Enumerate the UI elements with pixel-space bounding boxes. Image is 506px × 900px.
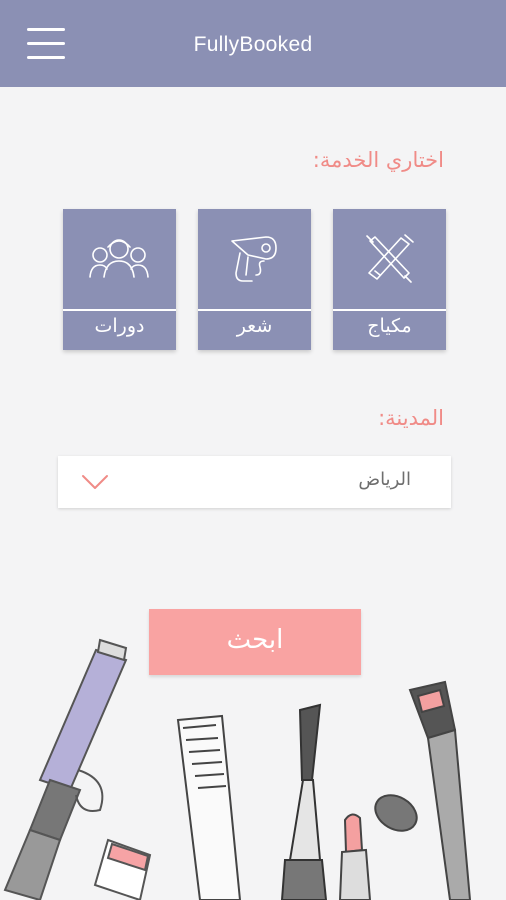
city-selected-value: الرياض (358, 469, 411, 490)
top-app-bar: FullyBooked (0, 0, 506, 87)
makeup-brush-icon (408, 680, 472, 900)
app-title: FullyBooked (193, 33, 313, 56)
city-dropdown[interactable]: الرياض (58, 456, 451, 508)
tile-label-courses: دورات (94, 315, 145, 337)
comb-icon (176, 714, 242, 900)
service-tile-courses[interactable]: دورات (63, 209, 176, 350)
mascara-icon (280, 703, 328, 900)
tile-label-hair: شعر (236, 315, 273, 337)
tile-divider (63, 309, 176, 311)
city-section-label: المدينة: (378, 406, 444, 430)
tile-divider (198, 309, 311, 311)
service-tile-hair[interactable]: شعر (198, 209, 311, 350)
makeup-brush-lipstick-icon (366, 234, 414, 283)
chevron-down-icon (82, 475, 108, 489)
tile-label-makeup: مكياج (367, 315, 412, 337)
lipstick-icon (338, 813, 372, 900)
search-button-label: ابحث (226, 625, 284, 655)
tile-divider (333, 309, 446, 311)
service-tile-makeup[interactable]: مكياج (333, 209, 446, 350)
pink-brush-icon (93, 838, 152, 900)
service-section-label: اختاري الخدمة: (312, 148, 444, 172)
group-courses-icon (89, 239, 149, 278)
hair-dryer-icon (231, 236, 277, 282)
search-button[interactable]: ابحث (149, 609, 361, 675)
nail-swatch-icon (374, 794, 418, 832)
